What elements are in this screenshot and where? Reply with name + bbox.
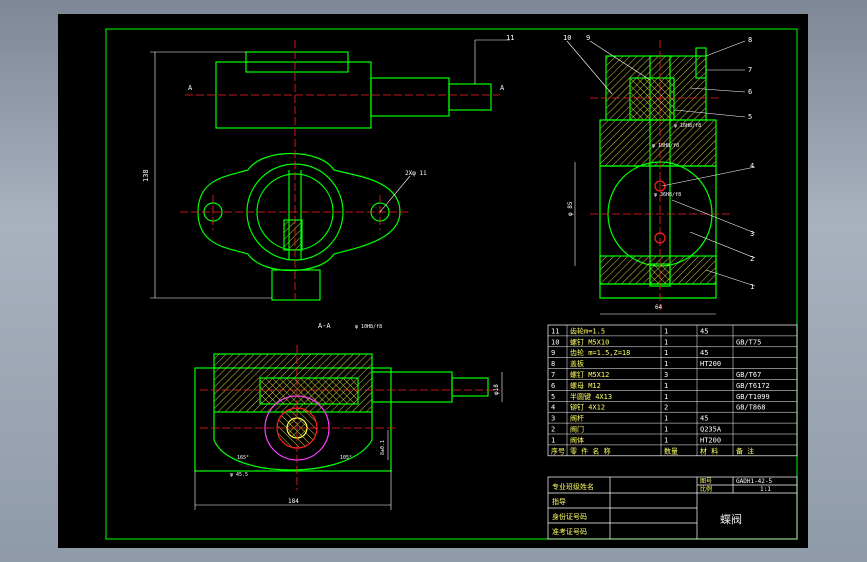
tb-scale: 1:1 xyxy=(760,486,771,493)
drawing-canvas: 138 A A 2Xφ 11 11 A-A φ 10H8/f8 184 φ18 … xyxy=(105,28,798,540)
bom-header-cell: 序号 xyxy=(551,446,565,455)
tb-row1: 专业班级姓名 xyxy=(552,482,594,491)
bom-cell: 5 xyxy=(551,393,555,401)
dim-hole: 2Xφ 11 xyxy=(405,170,427,177)
bom-cell: 10 xyxy=(551,338,559,346)
bom-cell: 1 xyxy=(664,426,668,434)
bom-header-cell: 备 注 xyxy=(736,446,754,455)
tb-drawing-no-label: 图号 xyxy=(700,478,712,485)
bom-cell: GB/T6172 xyxy=(736,382,770,390)
section-view xyxy=(194,353,489,472)
balloon-5: 5 xyxy=(748,113,752,121)
tb-row2: 指导 xyxy=(552,497,566,506)
bom-cell: 1 xyxy=(664,415,668,423)
bom-cell: 1 xyxy=(664,327,668,335)
bom-header-cell: 数量 xyxy=(664,446,678,455)
balloon-8: 8 xyxy=(748,36,752,44)
dim-184: 184 xyxy=(288,498,299,505)
bom-cell: 螺钉 M5X10 xyxy=(570,337,609,346)
dim-18: φ18 xyxy=(493,384,500,395)
bom-cell: 阀体 xyxy=(570,435,584,444)
balloon-11: 11 xyxy=(506,34,514,42)
dim-85: φ 85 xyxy=(567,201,574,216)
dim-fit-top: φ 10H8/f8 xyxy=(355,324,382,330)
bom-cell: 盖板 xyxy=(570,359,584,368)
dim-angle1: 165° xyxy=(237,455,249,461)
balloon-4: 4 xyxy=(750,162,754,170)
bom-cell: 1 xyxy=(664,382,668,390)
section-label: A-A xyxy=(318,322,331,330)
bom-cell: Q235A xyxy=(700,426,722,434)
cad-viewport: 138 A A 2Xφ 11 11 A-A φ 10H8/f8 184 φ18 … xyxy=(0,0,867,562)
dim-138: 138 xyxy=(142,169,150,182)
front-centerlines xyxy=(180,40,500,300)
bom-cell: 阀杆 xyxy=(570,414,584,423)
tb-scale-label: 比例 xyxy=(700,485,712,493)
bom-cell: 螺母 M12 xyxy=(570,381,601,390)
bom-cell: 齿轮 m=1.5,Z=18 xyxy=(570,348,630,357)
bom-cell: 11 xyxy=(551,327,559,335)
front-view xyxy=(197,51,492,301)
bom-cell: 7 xyxy=(551,371,555,379)
balloon-10: 10 xyxy=(563,34,571,42)
bom-cell: 1 xyxy=(664,436,668,444)
bom-cell: 3 xyxy=(551,415,555,423)
bom-cell: 4 xyxy=(551,404,555,412)
balloon-7: 7 xyxy=(748,66,752,74)
bom-cell: HT200 xyxy=(700,436,721,444)
bom-cell: 45 xyxy=(700,415,708,423)
dim-fit-16: φ 16H8/f8 xyxy=(674,123,701,129)
balloon-9: 9 xyxy=(586,34,590,42)
dim-45: φ 45.5 xyxy=(230,472,248,478)
bom-cell: 1 xyxy=(664,360,668,368)
dim-fit-18: φ 18H8/f8 xyxy=(652,143,679,149)
tb-title: 蝶阀 xyxy=(720,512,742,526)
bom-cell: 2 xyxy=(551,426,555,434)
bom-cell: GB/T67 xyxy=(736,371,761,379)
side-view xyxy=(599,47,717,299)
balloon-6: 6 xyxy=(748,88,752,96)
bom-cell: 铆钉 4X12 xyxy=(570,403,605,412)
balloon-1: 1 xyxy=(750,283,754,291)
bom-cell: 1 xyxy=(551,436,555,444)
bom-cell: 1 xyxy=(664,349,668,357)
section-mark-left: A xyxy=(188,84,193,92)
bom-cell: GB/T75 xyxy=(736,338,761,346)
bom-header-cell: 材 料 xyxy=(700,446,718,455)
tb-row3: 身份证号码 xyxy=(552,512,587,521)
bom-cell: 3 xyxy=(664,371,668,379)
dim-fit-36: φ 36H8/f8 xyxy=(654,192,681,198)
bom-cell: GB/T1099 xyxy=(736,393,770,401)
bom-cell: 9 xyxy=(551,349,555,357)
bom-cell: 45 xyxy=(700,327,708,335)
dim-64: 64 xyxy=(655,304,663,311)
tb-row4: 准考证号码 xyxy=(552,527,587,536)
bom-cell: 45 xyxy=(700,349,708,357)
bom-cell: 2 xyxy=(664,404,668,412)
bom-cell: 半圆键 4X13 xyxy=(570,392,612,401)
bom-table: 11 齿轮m=1.5 1 4510 螺钉 M5X10 1 GB/T759 齿轮 m=1.5,Z… xyxy=(547,324,798,457)
section-mark-right: A xyxy=(500,84,505,92)
bom-cell: 1 xyxy=(664,393,668,401)
bom-cell: 螺钉 M5X12 xyxy=(570,370,609,379)
bom-header-cell: 零 件 名 称 xyxy=(570,446,611,455)
bom-cell: GB/T868 xyxy=(736,404,766,412)
balloon-2: 2 xyxy=(750,255,754,263)
tb-drawing-no: GADH1-42-5 xyxy=(736,478,773,485)
bom-cell: 齿轮m=1.5 xyxy=(570,326,605,335)
dim-angle2: 105° xyxy=(340,455,352,461)
bom-cell: 6 xyxy=(551,382,555,390)
bom-cell: 8 xyxy=(551,360,555,368)
bom-cell: 阀门 xyxy=(570,425,584,434)
bom-cell: 1 xyxy=(664,338,668,346)
dim-8: 8±0.1 xyxy=(380,440,386,455)
bom-cell: HT200 xyxy=(700,360,721,368)
balloon-3: 3 xyxy=(750,230,754,238)
